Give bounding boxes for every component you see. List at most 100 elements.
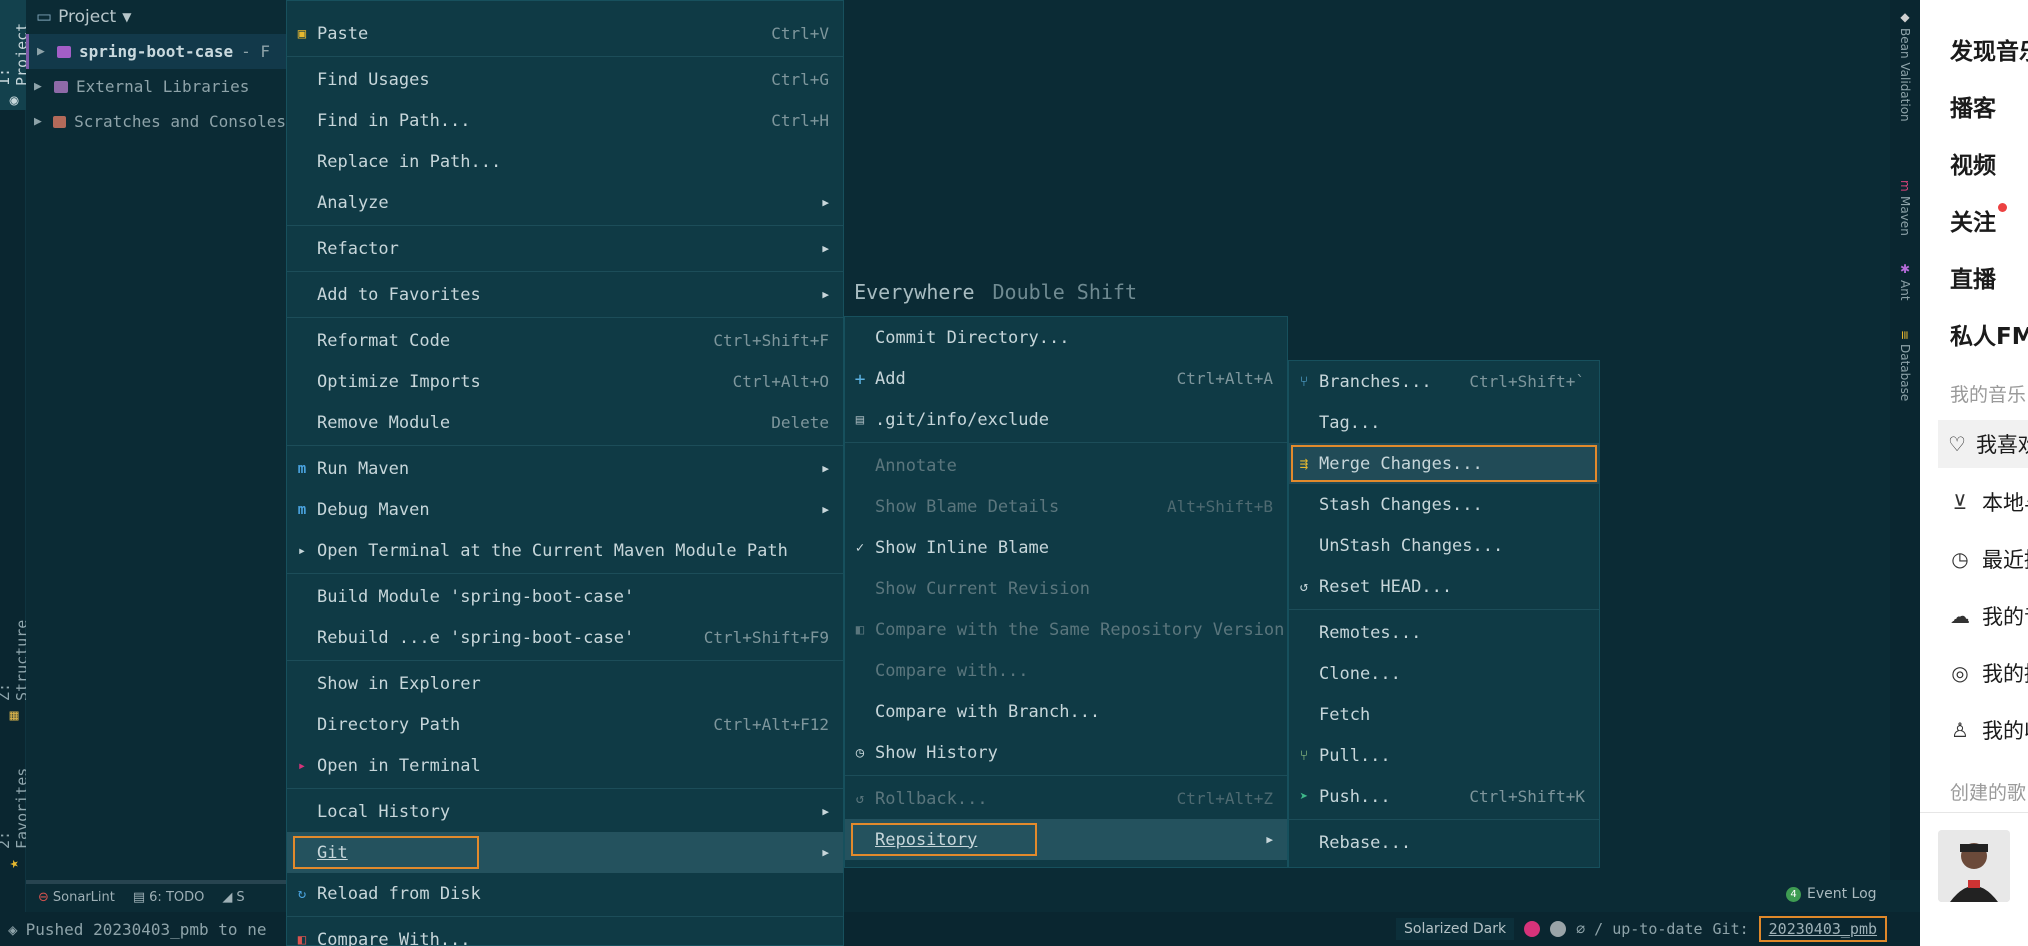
submenu-arrow-icon: ▶ (822, 805, 829, 818)
menu-fetch[interactable]: Fetch (1289, 694, 1599, 735)
menu-add[interactable]: + Add Ctrl+Alt+A (845, 358, 1287, 399)
menu-debug-maven[interactable]: m Debug Maven ▶ (287, 489, 843, 530)
music-nav-discover[interactable]: 发现音乐 (1950, 32, 2028, 66)
menu-analyze[interactable]: Analyze ▶ (287, 182, 843, 223)
music-item-liked[interactable]: ♡ 我喜欢 (1938, 420, 2028, 468)
expand-arrow-icon: ▶ (34, 79, 42, 94)
music-nav-video[interactable]: 视频 (1950, 146, 1996, 180)
menu-optimize-imports[interactable]: Optimize Imports Ctrl+Alt+O (287, 361, 843, 402)
theme-switcher[interactable]: Solarized Dark (1396, 918, 1515, 940)
menu-reset-head[interactable]: ↺ Reset HEAD... (1289, 566, 1599, 607)
music-item-podcast[interactable]: ◎ 我的播 (1948, 649, 2028, 697)
scratches-icon (53, 115, 67, 128)
menu-compare-with[interactable]: ◧ Compare With... (287, 919, 843, 946)
menu-compare-with-branch[interactable]: Compare with Branch... (845, 691, 1287, 732)
cloud-icon: ☁ (1950, 604, 1970, 628)
menu-branches[interactable]: ⑂ Branches... Ctrl+Shift+` (1289, 361, 1599, 402)
menu-tag[interactable]: Tag... (1289, 402, 1599, 443)
left-tool-strip: ◉ 1: Project ▦ Z: Structure ★ 2: Favorit… (0, 0, 31, 946)
menu-annotate[interactable]: Annotate (845, 445, 1287, 486)
maven-debug-icon: m (297, 502, 307, 518)
menu-show-in-explorer[interactable]: Show in Explorer (287, 663, 843, 704)
tab-project[interactable]: ◉ 1: Project (0, 0, 31, 110)
status-message[interactable]: ◈ Pushed 20230403_pmb to ne (8, 912, 266, 946)
menu-reload-from-disk[interactable]: ↻ Reload from Disk (287, 873, 843, 914)
menu-push[interactable]: ➤ Push... Ctrl+Shift+K (1289, 776, 1599, 817)
tool-icon: ◢ (222, 889, 233, 905)
menu-find-in-path[interactable]: Find in Path... Ctrl+H (287, 100, 843, 141)
music-nav-podcast[interactable]: 播客 (1950, 89, 1996, 123)
menu-replace-in-path[interactable]: Replace in Path... (287, 141, 843, 182)
menu-rebase[interactable]: Rebase... (1289, 822, 1599, 863)
context-menu: ▣ Paste Ctrl+V Find Usages Ctrl+G Find i… (286, 0, 844, 946)
menu-refactor[interactable]: Refactor ▶ (287, 228, 843, 269)
menu-show-history[interactable]: ◷ Show History (845, 732, 1287, 773)
clipboard-icon: ▣ (297, 26, 307, 42)
menu-stash-changes[interactable]: Stash Changes... (1289, 484, 1599, 525)
music-nav-live[interactable]: 直播 (1950, 260, 1996, 294)
tab-favorites[interactable]: ★ 2: Favorites (0, 748, 31, 873)
tab-database[interactable]: ≡ Database (1890, 326, 1920, 416)
menu-paste[interactable]: ▣ Paste Ctrl+V (287, 13, 843, 54)
menu-clone[interactable]: Clone... (1289, 653, 1599, 694)
tab-bean-validation[interactable]: ◆ Bean Validation (1890, 6, 1920, 156)
music-nav-follow[interactable]: 关注 (1950, 203, 2007, 237)
tool-tab-s[interactable]: ◢ S (222, 890, 244, 905)
menu-build-module[interactable]: Build Module 'spring-boot-case' (287, 576, 843, 617)
menu-local-history[interactable]: Local History ▶ (287, 791, 843, 832)
menu-unstash-changes[interactable]: UnStash Changes... (1289, 525, 1599, 566)
git-branch-widget[interactable]: 20230403_pmb (1758, 916, 1888, 942)
music-item-recent[interactable]: ◷ 最近播 (1948, 535, 2028, 583)
database-icon: ≡ (1898, 330, 1912, 341)
menu-reformat-code[interactable]: Reformat Code Ctrl+Shift+F (287, 320, 843, 361)
separator (845, 775, 1287, 776)
sonarlint-tab[interactable]: ⊖ SonarLint (38, 890, 115, 905)
menu-show-blame-details[interactable]: Show Blame Details Alt+Shift+B (845, 486, 1287, 527)
menu-remove-module[interactable]: Remove Module Delete (287, 402, 843, 443)
menu-run-maven[interactable]: m Run Maven ▶ (287, 448, 843, 489)
tab-maven[interactable]: m Maven (1890, 176, 1920, 246)
menu-show-current-revision[interactable]: Show Current Revision (845, 568, 1287, 609)
tree-item-scratches[interactable]: ▶ Scratches and Consoles (26, 104, 286, 139)
music-item-local[interactable]: ⊻ 本地与 (1948, 478, 2028, 526)
compare-icon: ◧ (297, 932, 307, 946)
separator (287, 56, 843, 57)
menu-find-usages[interactable]: Find Usages Ctrl+G (287, 59, 843, 100)
music-item-collect[interactable]: ♙ 我的收 (1948, 706, 2028, 754)
tree-item-external-libraries[interactable]: ▶ External Libraries (26, 69, 286, 104)
submenu-arrow-icon: ▶ (822, 288, 829, 301)
menu-git-exclude[interactable]: ▤ .git/info/exclude (845, 399, 1287, 440)
gray-dot-icon (1550, 921, 1567, 937)
separator (287, 225, 843, 226)
tree-item-spring-boot-case[interactable]: ▶ spring-boot-case - F (26, 34, 286, 69)
separator (287, 317, 843, 318)
menu-directory-path[interactable]: Directory Path Ctrl+Alt+F12 (287, 704, 843, 745)
compare-icon: ◧ (855, 622, 865, 638)
menu-repository[interactable]: Repository ▶ (845, 819, 1287, 860)
music-nav-fm[interactable]: 私人FM (1950, 317, 2028, 351)
menu-rollback[interactable]: ↺ Rollback... Ctrl+Alt+Z (845, 778, 1287, 819)
event-log[interactable]: 4 Event Log (1786, 886, 1877, 902)
menu-open-terminal-maven[interactable]: ▸ Open Terminal at the Current Maven Mod… (287, 530, 843, 571)
download-icon: ⊻ (1952, 490, 1968, 514)
menu-open-in-terminal[interactable]: ▸ Open in Terminal (287, 745, 843, 786)
menu-add-to-favorites[interactable]: Add to Favorites ▶ (287, 274, 843, 315)
album-cover[interactable] (1938, 830, 2010, 902)
menu-compare-same-repo[interactable]: ◧ Compare with the Same Repository Versi… (845, 609, 1287, 650)
menu-compare-with[interactable]: Compare with... (845, 650, 1287, 691)
tab-ant[interactable]: ✱ Ant (1890, 258, 1920, 306)
menu-commit-directory[interactable]: Commit Directory... (845, 317, 1287, 358)
menu-show-inline-blame[interactable]: ✓ Show Inline Blame (845, 527, 1287, 568)
menu-rebuild-module[interactable]: Rebuild ...e 'spring-boot-case' Ctrl+Shi… (287, 617, 843, 658)
menu-merge-changes[interactable]: ⇶ Merge Changes... (1289, 443, 1599, 484)
menu-pull[interactable]: ⑂ Pull... (1289, 735, 1599, 776)
music-section-created: 创建的歌 (1950, 782, 2027, 804)
project-header[interactable]: ▭ Project ▼ (26, 0, 286, 34)
reload-icon: ↻ (297, 886, 307, 902)
todo-tab[interactable]: ▤ 6: TODO (133, 890, 205, 905)
menu-git[interactable]: Git ▶ (287, 832, 843, 873)
music-item-cloud[interactable]: ☁ 我的音 (1948, 592, 2028, 640)
tab-structure[interactable]: ▦ Z: Structure (0, 600, 31, 725)
folder-icon: ▭ (36, 7, 53, 27)
menu-remotes[interactable]: Remotes... (1289, 612, 1599, 653)
